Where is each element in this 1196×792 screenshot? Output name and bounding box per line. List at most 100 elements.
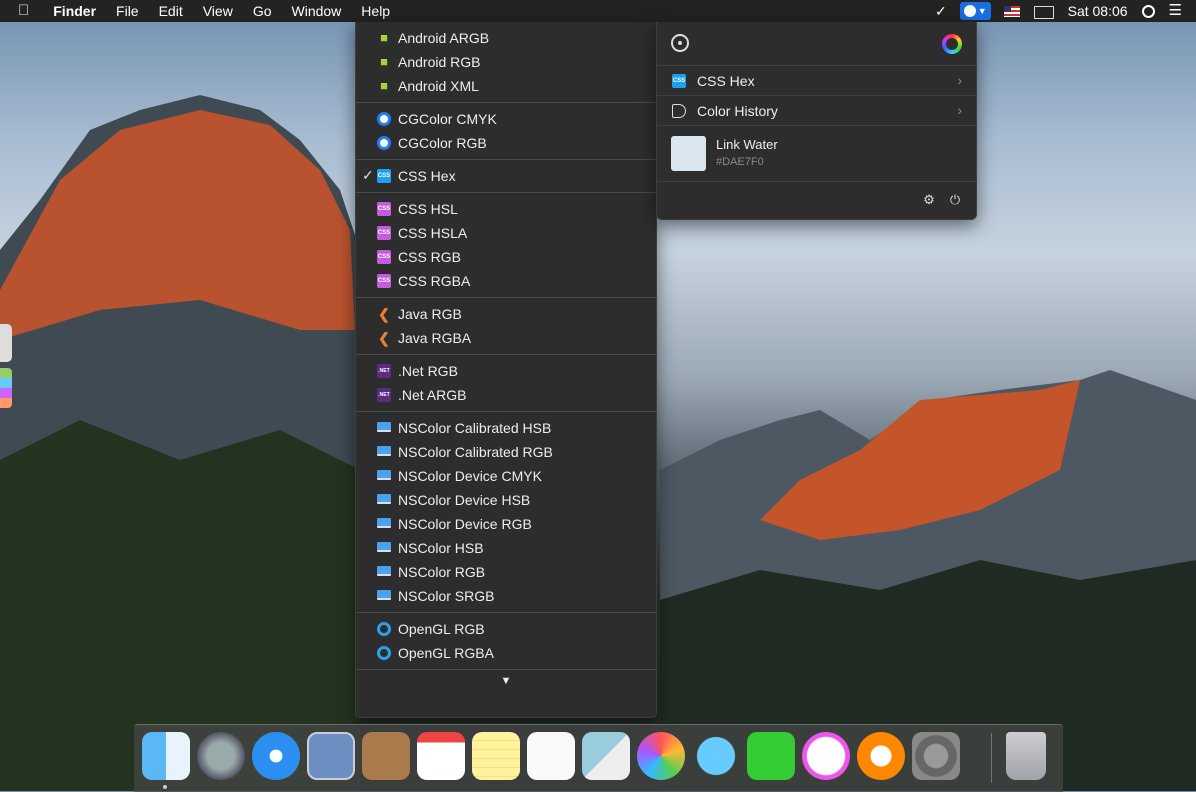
android-icon: ■ [380,78,388,93]
menu-item-opengl-rgb[interactable]: OpenGL RGB [356,617,656,641]
facetime-icon[interactable] [747,732,795,780]
menu-item-android-rgb[interactable]: ■ Android RGB [356,50,656,74]
menu-file[interactable]: File [106,0,149,22]
opengl-icon [377,646,391,660]
side-palette[interactable] [0,368,12,408]
itunes-icon[interactable] [802,732,850,780]
launchpad-icon[interactable] [197,732,245,780]
menu-item-css-hsla[interactable]: CSS CSS HSLA [356,221,656,245]
clock[interactable]: Sat 08:06 [1061,0,1135,22]
menu-help[interactable]: Help [351,0,400,22]
menu-group-opengl: OpenGL RGB OpenGL RGBA [356,613,656,670]
dotnet-icon: .NET [377,388,391,402]
menu-item-dotnet-rgb[interactable]: .NET .Net RGB [356,359,656,383]
trash-icon[interactable] [1006,732,1046,780]
ibooks-icon[interactable] [857,732,905,780]
color-wheel-icon[interactable] [942,34,962,54]
pick-color-icon[interactable] [671,34,689,52]
side-handle[interactable] [0,324,12,362]
menu-item-java-rgb[interactable]: ❮ Java RGB [356,302,656,326]
java-icon: ❮ [378,306,390,322]
menu-item-java-rgba[interactable]: ❮ Java RGBA [356,326,656,350]
menu-item-android-argb[interactable]: ■ Android ARGB [356,26,656,50]
menu-group-dotnet: .NET .Net RGB .NET .Net ARGB [356,355,656,412]
menu-item-nscolor-calibrated-hsb[interactable]: NSColor Calibrated HSB [356,416,656,440]
menu-app-name[interactable]: Finder [43,0,106,22]
color-history-row[interactable]: Color History › [657,96,976,126]
menu-item-label: NSColor Device CMYK [398,468,542,484]
notification-center-icon[interactable]: ☰ [1162,0,1196,22]
us-flag-icon[interactable] [997,0,1027,22]
menu-item-label: CGColor RGB [398,135,487,151]
menu-item-label: OpenGL RGB [398,621,485,637]
system-preferences-icon[interactable] [912,732,960,780]
safari-icon[interactable] [252,732,300,780]
nscolor-icon [377,518,391,528]
menu-item-nscolor-calibrated-rgb[interactable]: NSColor Calibrated RGB [356,440,656,464]
menu-item-cgcolor-cmyk[interactable]: CGColor CMYK [356,107,656,131]
menu-item-css-rgb[interactable]: CSS CSS RGB [356,245,656,269]
apple-menu-icon[interactable]:  [0,0,43,22]
search-icon[interactable] [1135,0,1162,22]
calendar-icon[interactable] [417,732,465,780]
menu-item-label: CSS RGBA [398,273,471,289]
menu-item-label: Android XML [398,78,479,94]
power-icon[interactable]: ⏻ [948,193,962,207]
color-history-label: Color History [697,102,778,119]
menu-item-css-rgba[interactable]: CSS CSS RGBA [356,269,656,293]
menu-edit[interactable]: Edit [149,0,193,22]
css-icon: CSS [377,274,391,288]
photos-icon[interactable] [637,732,685,780]
menu-group-css-hex: ✓ CSS CSS Hex [356,160,656,193]
menu-bar:  Finder File Edit View Go Window Help ✓… [0,0,1196,22]
menu-item-dotnet-argb[interactable]: .NET .Net ARGB [356,383,656,407]
menu-item-nscolor-srgb[interactable]: NSColor SRGB [356,584,656,608]
menu-view[interactable]: View [193,0,243,22]
scroll-down-arrow-icon[interactable]: ▼ [356,670,656,692]
menu-item-android-xml[interactable]: ■ Android XML [356,74,656,98]
menu-item-nscolor-hsb[interactable]: NSColor HSB [356,536,656,560]
menu-window[interactable]: Window [282,0,352,22]
menu-group-css: CSS CSS HSL CSS CSS HSLA CSS CSS RGB CSS CSS… [356,193,656,298]
color-picker-popover: CSS CSS Hex › Color History › Link Water… [656,22,977,220]
css-icon: CSS [377,226,391,240]
menu-go[interactable]: Go [243,0,282,22]
running-indicator [163,785,167,789]
menu-item-nscolor-device-rgb[interactable]: NSColor Device RGB [356,512,656,536]
display-icon[interactable] [1027,0,1061,22]
format-row[interactable]: CSS CSS Hex › [657,66,976,96]
menu-item-cgcolor-rgb[interactable]: CGColor RGB [356,131,656,155]
current-color[interactable]: Link Water #DAE7F0 [657,126,976,182]
java-icon: ❮ [378,330,390,346]
finder-icon[interactable] [142,732,190,780]
menu-item-css-hex[interactable]: ✓ CSS CSS Hex [356,164,656,188]
menu-item-label: NSColor Device HSB [398,492,531,508]
css-icon: CSS [672,74,686,88]
menu-item-label: NSColor SRGB [398,588,495,604]
color-picker-status-icon[interactable]: ▼ [959,2,991,20]
cgcolor-icon [377,112,391,126]
color-hex: #DAE7F0 [716,156,764,168]
menu-item-opengl-rgba[interactable]: OpenGL RGBA [356,641,656,665]
eyedropper-status-icon[interactable]: ✓ [928,0,954,22]
reminders-icon[interactable] [527,732,575,780]
menu-group-java: ❮ Java RGB ❮ Java RGBA [356,298,656,355]
menu-item-label: CSS HSL [398,201,458,217]
color-history-icon [672,104,686,118]
nscolor-icon [377,470,391,480]
contacts-icon[interactable] [362,732,410,780]
settings-icon[interactable]: ⚙ [922,193,936,207]
opengl-icon [377,622,391,636]
mail-icon[interactable] [307,732,355,780]
notes-icon[interactable] [472,732,520,780]
color-swatch[interactable] [671,136,706,171]
menu-item-nscolor-rgb[interactable]: NSColor RGB [356,560,656,584]
messages-icon[interactable] [692,732,740,780]
maps-icon[interactable] [582,732,630,780]
format-row-label: CSS Hex [697,72,755,89]
menu-item-nscolor-device-cmyk[interactable]: NSColor Device CMYK [356,464,656,488]
menu-item-css-hsl[interactable]: CSS CSS HSL [356,197,656,221]
side-widget[interactable] [0,324,12,408]
menu-item-label: NSColor Device RGB [398,516,532,532]
menu-item-nscolor-device-hsb[interactable]: NSColor Device HSB [356,488,656,512]
